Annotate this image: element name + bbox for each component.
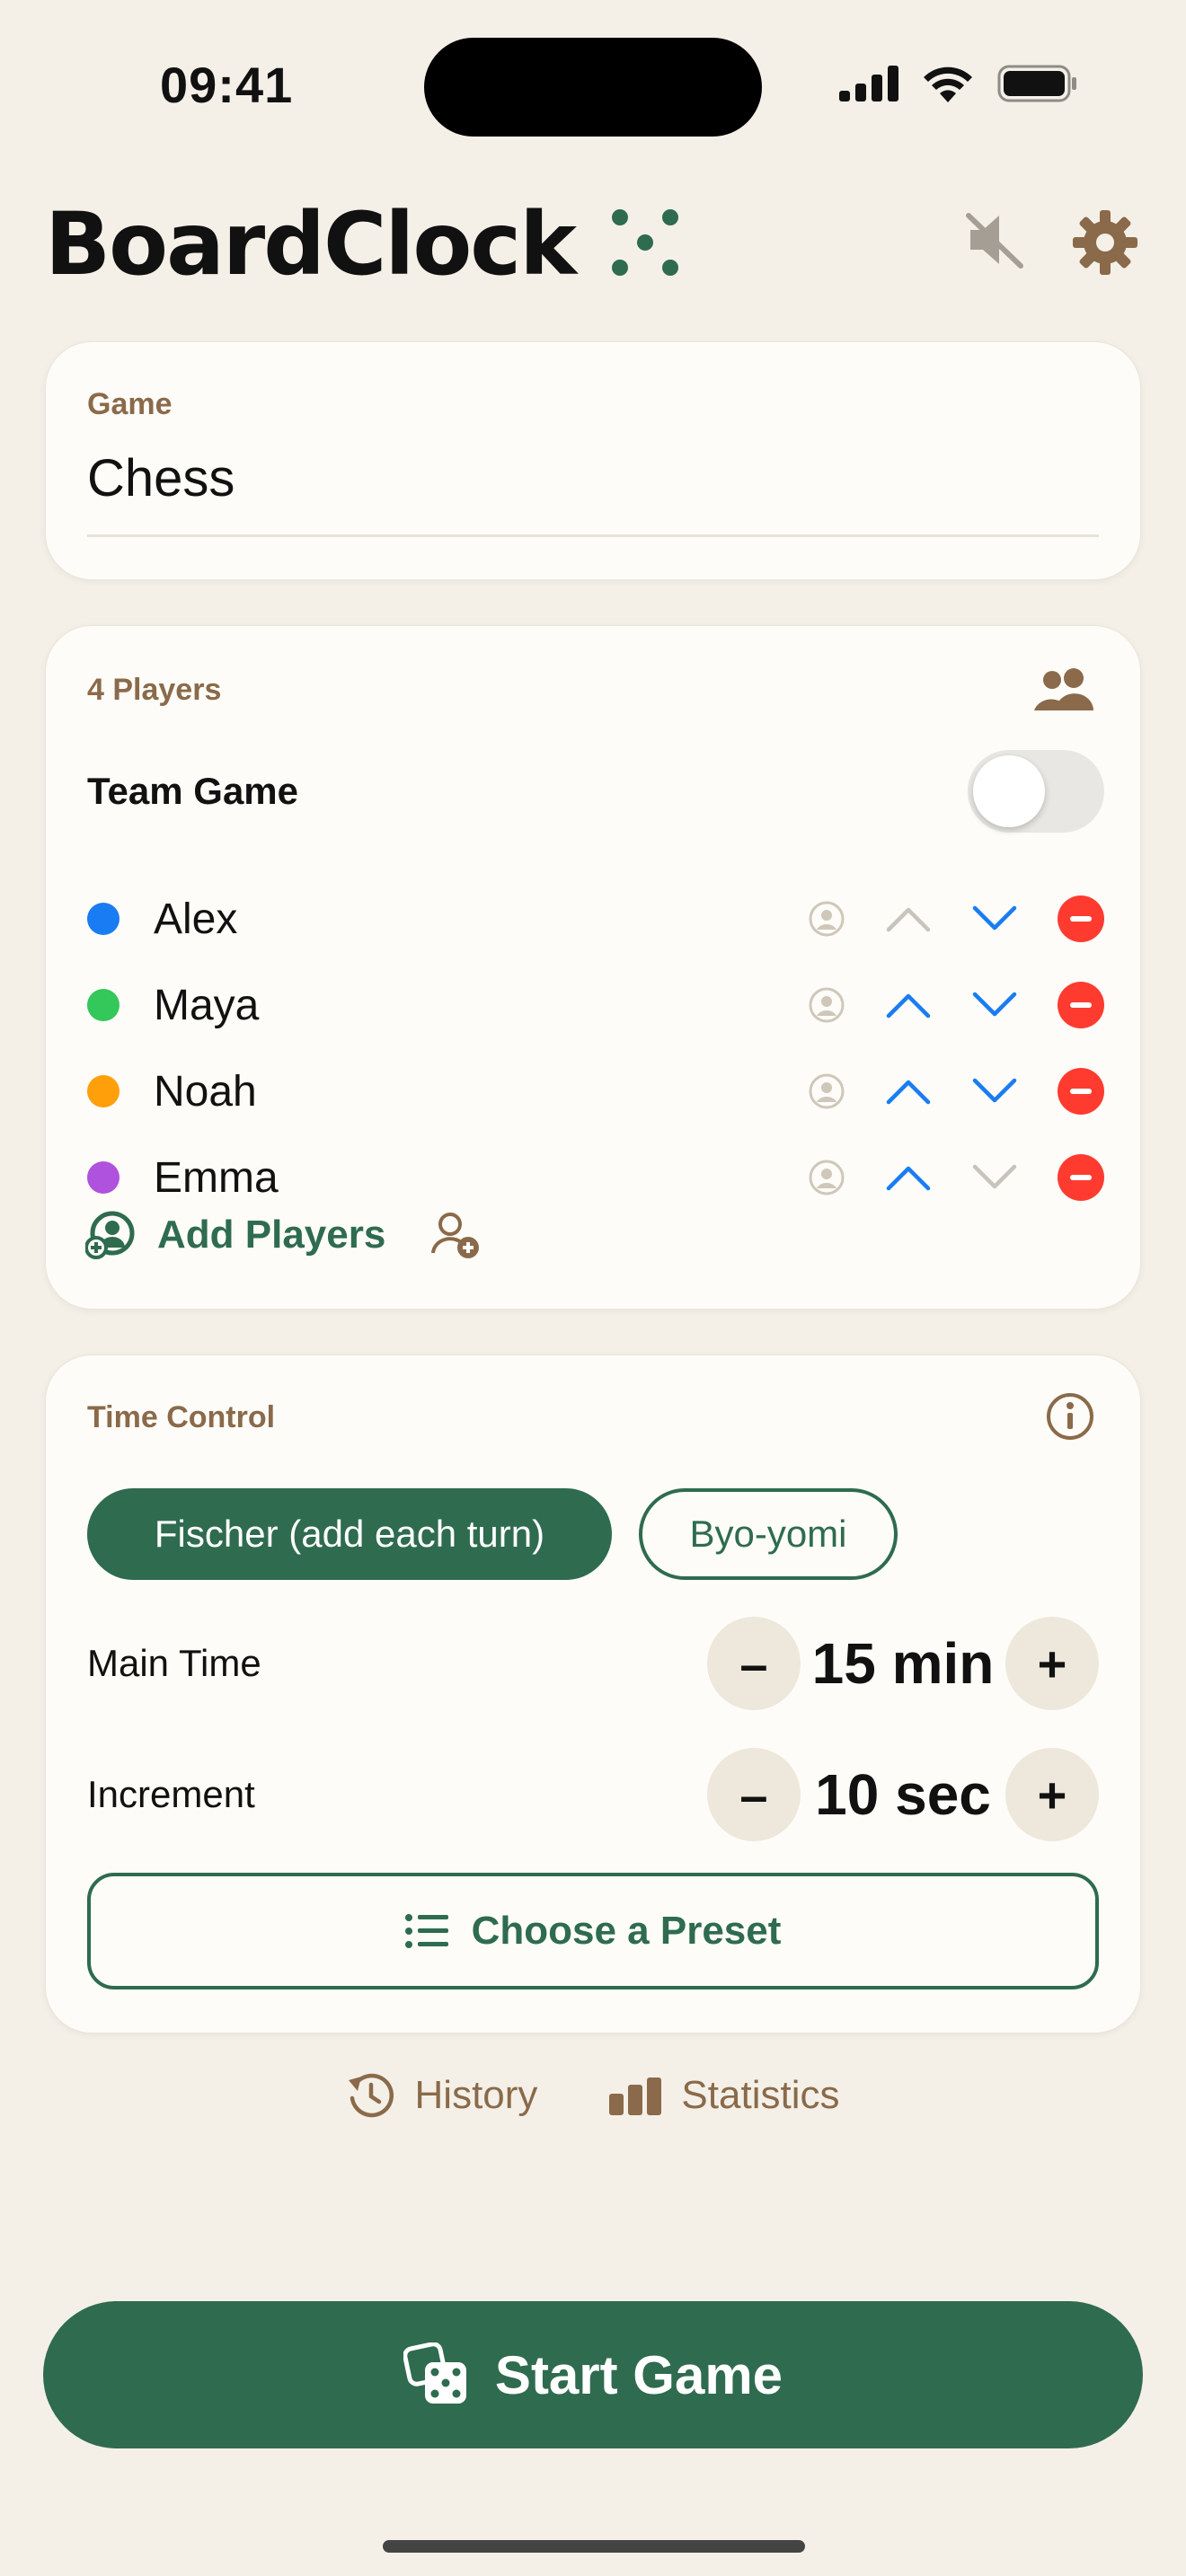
player-color-dot[interactable] bbox=[87, 1161, 119, 1194]
info-icon[interactable] bbox=[1045, 1391, 1095, 1442]
toggle-knob bbox=[973, 755, 1045, 827]
move-down-chevron-icon[interactable] bbox=[971, 904, 1018, 933]
choose-preset-label: Choose a Preset bbox=[471, 1909, 782, 1953]
battery-icon bbox=[997, 65, 1076, 102]
player-color-dot[interactable] bbox=[87, 989, 119, 1021]
game-field-underline bbox=[87, 534, 1099, 537]
sound-muted-icon[interactable] bbox=[963, 208, 1026, 271]
move-down-chevron-icon[interactable] bbox=[971, 1163, 1018, 1192]
player-color-dot[interactable] bbox=[87, 1075, 119, 1107]
bottom-links: History Statistics bbox=[0, 2071, 1186, 2120]
home-indicator bbox=[383, 2540, 805, 2553]
remove-player-icon[interactable] bbox=[1058, 1068, 1104, 1115]
person-add-icon[interactable] bbox=[430, 1210, 481, 1260]
status-time: 09:41 bbox=[160, 57, 294, 113]
game-label: Game bbox=[87, 387, 173, 421]
main-time-increase-button[interactable]: + bbox=[1005, 1617, 1099, 1710]
player-avatar-icon[interactable] bbox=[808, 986, 845, 1024]
history-link[interactable]: History bbox=[347, 2071, 538, 2120]
main-time-label: Main Time bbox=[87, 1642, 261, 1684]
status-icons bbox=[839, 65, 1078, 102]
statistics-label: Statistics bbox=[681, 2073, 840, 2117]
choose-preset-button[interactable]: Choose a Preset bbox=[87, 1873, 1099, 1989]
move-up-chevron-icon[interactable] bbox=[885, 991, 932, 1019]
player-avatar-icon[interactable] bbox=[808, 1072, 845, 1110]
remove-player-icon[interactable] bbox=[1058, 982, 1104, 1028]
remove-player-icon[interactable] bbox=[1058, 1154, 1104, 1201]
increment-label: Increment bbox=[87, 1773, 255, 1815]
time-control-label: Time Control bbox=[87, 1400, 276, 1434]
player-name[interactable]: Noah bbox=[154, 1067, 808, 1116]
main-time-row: Main Time – 15 min + bbox=[87, 1614, 1099, 1713]
player-name[interactable]: Alex bbox=[154, 895, 808, 944]
remove-player-icon[interactable] bbox=[1058, 895, 1104, 942]
team-game-label: Team Game bbox=[87, 770, 298, 812]
move-up-chevron-icon[interactable] bbox=[885, 1163, 932, 1192]
start-game-button[interactable]: Start Game bbox=[43, 2301, 1143, 2448]
player-color-dot[interactable] bbox=[87, 903, 119, 935]
move-up-chevron-icon[interactable] bbox=[885, 904, 932, 933]
add-players-label: Add Players bbox=[157, 1213, 386, 1257]
main-time-value: 15 min bbox=[811, 1631, 995, 1696]
increment-row: Increment – 10 sec + bbox=[87, 1745, 1099, 1844]
increment-decrease-button[interactable]: – bbox=[707, 1748, 801, 1841]
player-name[interactable]: Emma bbox=[154, 1153, 808, 1203]
dice-dots-icon bbox=[612, 209, 678, 276]
list-icon bbox=[404, 1914, 448, 1948]
player-avatar-icon[interactable] bbox=[808, 900, 845, 938]
player-row-actions bbox=[808, 895, 1104, 942]
cellular-signal-icon bbox=[839, 66, 898, 101]
add-players-button[interactable]: Add Players bbox=[85, 1210, 481, 1260]
add-person-circle-icon bbox=[85, 1211, 135, 1259]
player-row: Noah bbox=[87, 1055, 1104, 1127]
start-game-label: Start Game bbox=[494, 2344, 783, 2405]
app-title: BoardClock bbox=[45, 194, 577, 295]
time-control-card: Time Control Fischer (add each turn) Byo… bbox=[45, 1354, 1141, 2033]
move-up-chevron-icon[interactable] bbox=[885, 1077, 932, 1106]
player-row: Alex bbox=[87, 883, 1104, 955]
increment-increase-button[interactable]: + bbox=[1005, 1748, 1099, 1841]
history-clock-icon bbox=[348, 2073, 394, 2118]
players-count-label: 4 Players bbox=[87, 673, 222, 707]
player-row: Emma bbox=[87, 1142, 1104, 1213]
mode-byoyomi-chip[interactable]: Byo-yomi bbox=[639, 1488, 898, 1580]
game-card: Game Chess bbox=[45, 341, 1141, 580]
dynamic-island bbox=[424, 38, 762, 137]
player-avatar-icon[interactable] bbox=[808, 1159, 845, 1196]
gear-icon[interactable] bbox=[1071, 208, 1139, 277]
mode-fischer-chip[interactable]: Fischer (add each turn) bbox=[87, 1488, 612, 1580]
player-name[interactable]: Maya bbox=[154, 981, 808, 1030]
player-row: Maya bbox=[87, 969, 1104, 1041]
wifi-icon bbox=[924, 66, 972, 102]
bar-chart-icon bbox=[609, 2078, 662, 2115]
player-row-actions bbox=[808, 1068, 1104, 1115]
player-row-actions bbox=[808, 982, 1104, 1028]
status-bar: 09:41 bbox=[0, 0, 1186, 162]
move-down-chevron-icon[interactable] bbox=[971, 1077, 1018, 1106]
team-game-toggle[interactable] bbox=[968, 750, 1104, 833]
people-icon[interactable] bbox=[1032, 667, 1095, 712]
history-label: History bbox=[414, 2073, 538, 2117]
dice-icon bbox=[403, 2342, 466, 2404]
player-row-actions bbox=[808, 1154, 1104, 1201]
move-down-chevron-icon[interactable] bbox=[971, 991, 1018, 1019]
game-name-field[interactable]: Chess bbox=[87, 448, 235, 508]
increment-value: 10 sec bbox=[815, 1762, 991, 1827]
players-card: 4 Players Team Game Alex Maya Noah Emma Add… bbox=[45, 625, 1141, 1310]
main-time-decrease-button[interactable]: – bbox=[707, 1617, 801, 1710]
statistics-link[interactable]: Statistics bbox=[609, 2073, 839, 2118]
